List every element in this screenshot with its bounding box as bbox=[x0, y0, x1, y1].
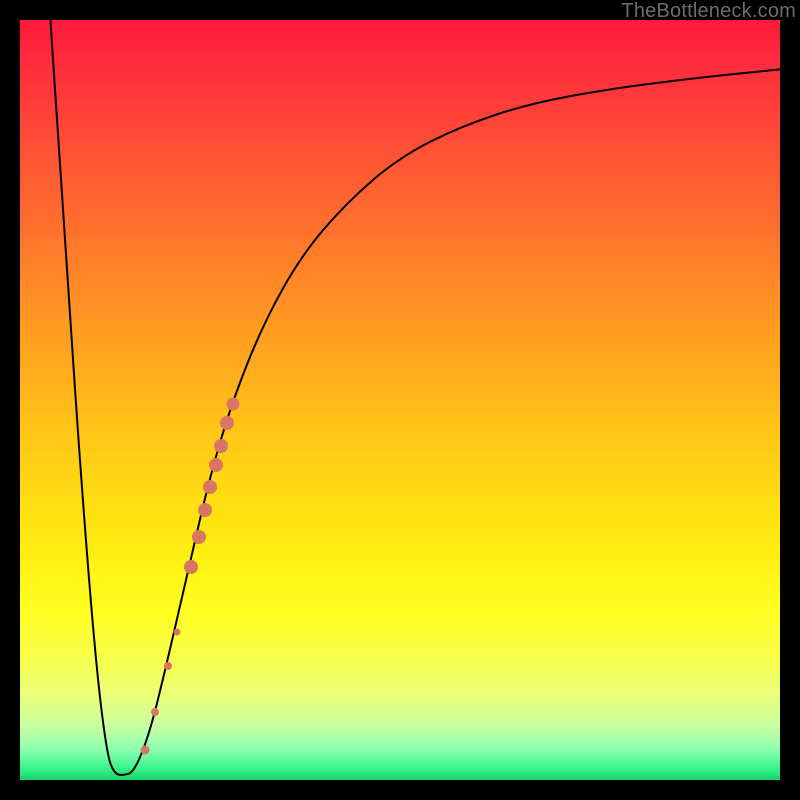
data-dot bbox=[184, 560, 198, 574]
curve-path bbox=[50, 20, 780, 775]
data-dot bbox=[173, 628, 180, 635]
data-dot bbox=[226, 397, 239, 410]
data-dot bbox=[220, 416, 234, 430]
data-dot bbox=[164, 662, 172, 670]
plot-area bbox=[20, 20, 780, 780]
watermark-text: TheBottleneck.com bbox=[621, 0, 796, 23]
data-dot bbox=[209, 458, 223, 472]
data-dot bbox=[198, 503, 212, 517]
data-dot bbox=[141, 745, 150, 754]
data-dot bbox=[151, 708, 159, 716]
chart-frame: TheBottleneck.com bbox=[0, 0, 800, 800]
bottleneck-curve bbox=[20, 20, 780, 780]
data-dot bbox=[192, 530, 206, 544]
data-dot bbox=[203, 480, 217, 494]
data-dot bbox=[214, 439, 228, 453]
